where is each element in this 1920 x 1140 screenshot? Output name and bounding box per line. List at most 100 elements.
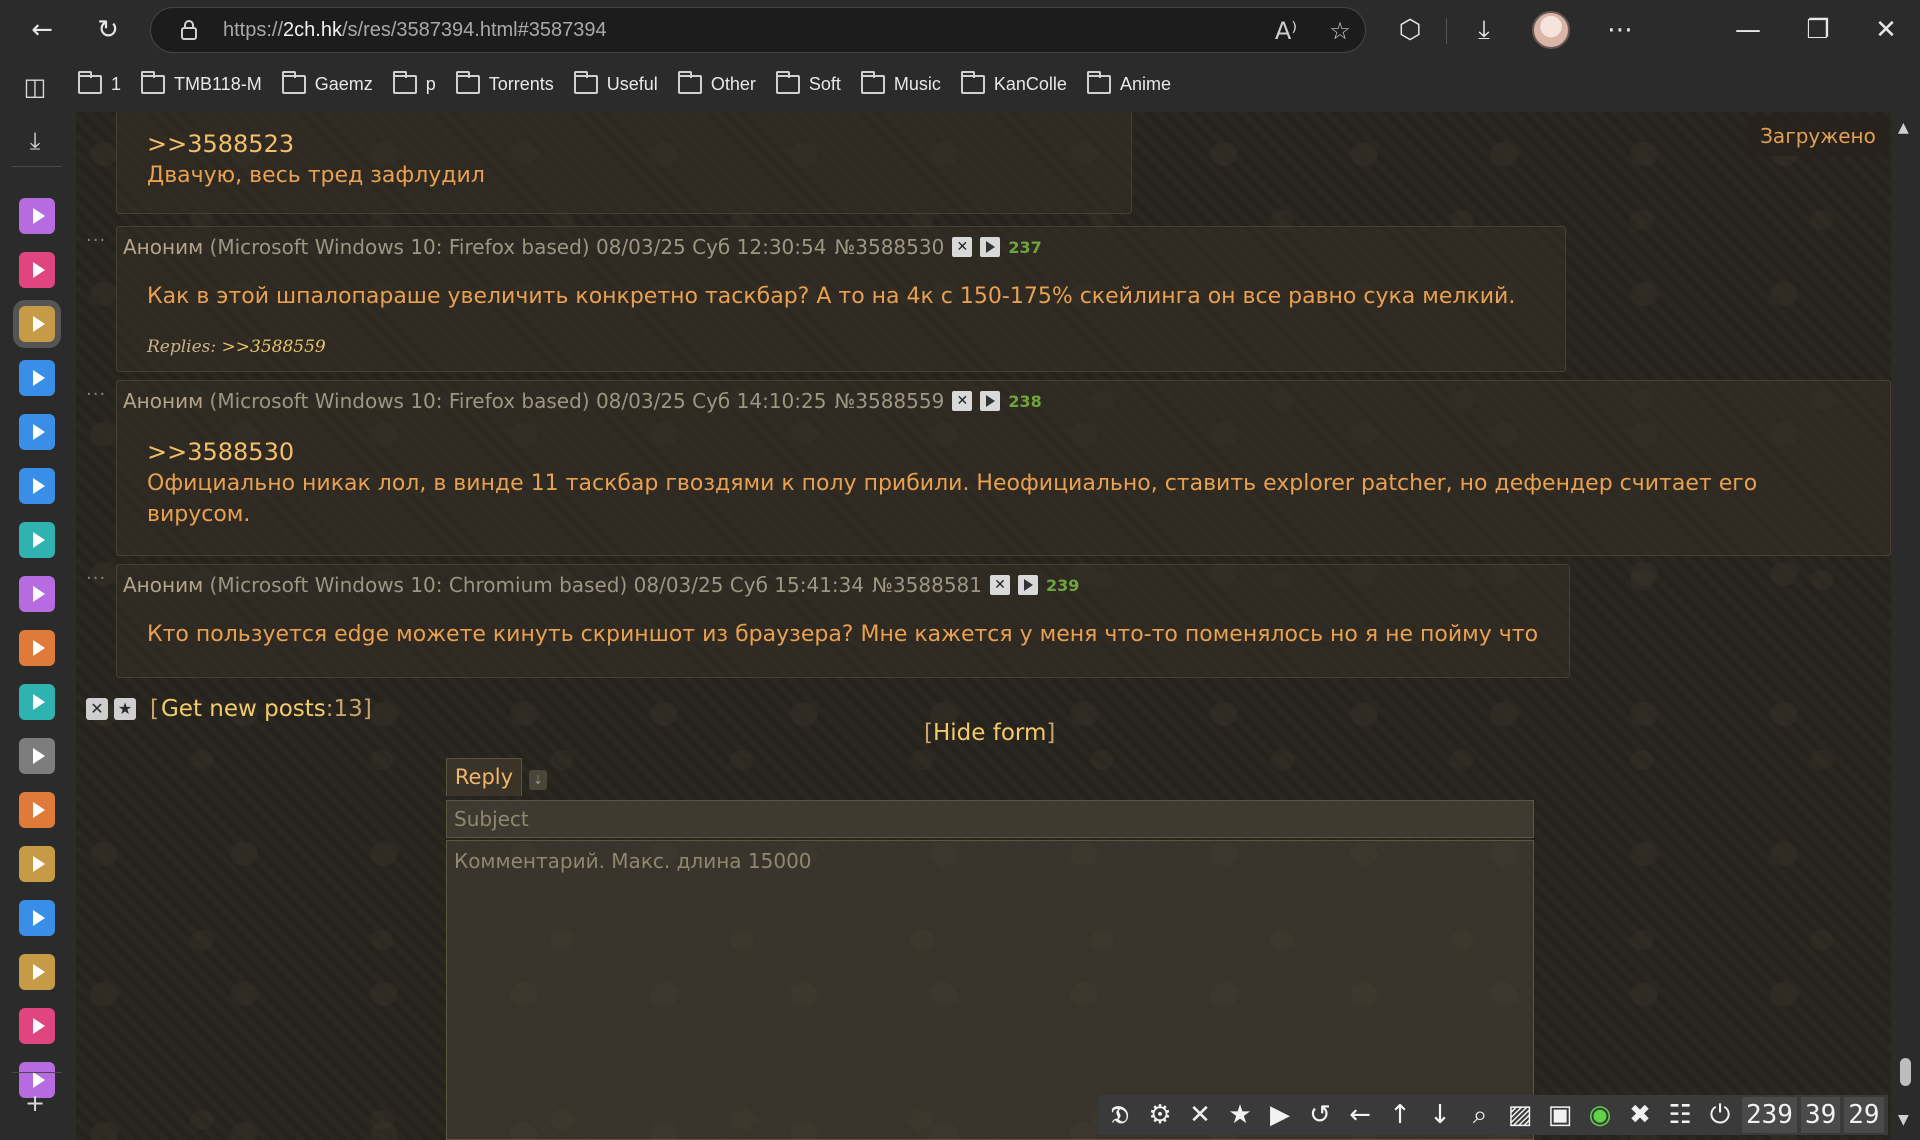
post-number[interactable]: №3588559 (834, 389, 944, 413)
read-aloud-icon[interactable]: A⁾ (1271, 16, 1301, 46)
close-thread-icon[interactable]: ✕ (86, 698, 108, 720)
refresh-icon[interactable]: ↺ (1300, 1095, 1340, 1135)
scroll-thumb[interactable] (1900, 1058, 1911, 1086)
subject-input[interactable] (446, 800, 1534, 838)
bookmark-item[interactable]: Useful (573, 70, 658, 95)
bookmark-item[interactable]: Anime (1086, 70, 1171, 95)
hatch-icon[interactable]: ▨ (1500, 1095, 1540, 1135)
close-icon[interactable]: ✕ (1180, 1095, 1220, 1135)
sidebar-download-icon[interactable]: ⤓ (20, 126, 50, 156)
sidebar-tab-item[interactable] (19, 1008, 55, 1044)
reload-icon[interactable]: ↻ (86, 8, 130, 52)
favorite-thread-icon[interactable]: ★ (114, 698, 136, 720)
post-menu-dots[interactable]: ··· (86, 230, 106, 251)
star-icon[interactable]: ★ (1220, 1095, 1260, 1135)
profile-avatar[interactable] (1532, 11, 1570, 49)
bookmark-item[interactable]: Music (860, 70, 941, 95)
arrow-left-icon[interactable]: ← (1340, 1095, 1380, 1135)
thread-page: >>3588523 Двачую, весь тред зафлудил Заг… (76, 112, 1891, 1140)
sidebar-tab-item[interactable] (19, 900, 55, 936)
post: Аноним (Microsoft Windows 10: Firefox ba… (116, 380, 1891, 556)
tab-actions-icon[interactable]: ◫ (20, 72, 50, 102)
bookmark-item[interactable]: TMB118-M (141, 70, 262, 95)
reply-tab[interactable]: Reply (446, 758, 522, 796)
bookmark-label: p (425, 73, 436, 94)
settings-icon[interactable]: ⚙ (1140, 1095, 1180, 1135)
sidebar-tab-item[interactable] (19, 198, 55, 234)
post-date: 08/03/25 Суб 14:10:25 (595, 389, 827, 413)
back-icon[interactable]: ← (20, 8, 64, 52)
restore-icon[interactable]: ❐ (1796, 8, 1840, 52)
sidebar-tab-item[interactable] (19, 684, 55, 720)
bookmark-item[interactable]: Gaemz (281, 70, 373, 95)
sidebar-tab-item[interactable] (19, 954, 55, 990)
more-menu-icon[interactable]: ⋯ (1598, 8, 1642, 52)
post-text: Официально никак лол, в винде 11 таскбар… (147, 471, 1758, 496)
bookmark-item[interactable]: 1 (78, 70, 121, 95)
dollchan-logo-icon[interactable]: 𝔇 (1100, 1095, 1140, 1135)
sidebar-tab-item[interactable] (13, 300, 61, 348)
arrow-up-icon[interactable]: ↑ (1380, 1095, 1420, 1135)
hide-post-icon[interactable]: ✕ (952, 237, 973, 257)
zoom-icon[interactable]: ⌕ (1460, 1095, 1500, 1135)
eye-icon[interactable]: ◉ (1580, 1095, 1620, 1135)
new-tab-plus-icon[interactable]: + (20, 1088, 50, 1118)
reply-link[interactable]: >>3588523 (147, 129, 485, 160)
play-icon (32, 316, 45, 332)
hide-post-icon[interactable]: ✕ (990, 575, 1010, 595)
post-number[interactable]: №3588581 (872, 573, 982, 597)
replies-link[interactable]: >>3588559 (222, 337, 326, 357)
play-icon[interactable]: ▶ (1260, 1095, 1300, 1135)
extensions-icon[interactable]: ⬡ (1388, 8, 1432, 52)
sidebar-tab-item[interactable] (19, 630, 55, 666)
post-menu-dots[interactable]: ··· (86, 568, 106, 589)
sidebar-tab-item[interactable] (19, 522, 55, 558)
favorite-star-icon[interactable]: ☆ (1325, 16, 1355, 46)
bookmark-item[interactable]: p (392, 70, 436, 95)
arrow-down-icon[interactable]: ↓ (1420, 1095, 1460, 1135)
bookmark-item[interactable]: Other (677, 70, 756, 95)
save-icon[interactable]: ▣ (1540, 1095, 1580, 1135)
address-bar[interactable]: https://2ch.hk/s/res/3587394.html#358739… (150, 7, 1366, 53)
post-menu-dots[interactable]: ··· (86, 384, 106, 405)
sidebar: ◫ ⤓ + (0, 60, 76, 1140)
power-icon[interactable]: ⏻ (1700, 1095, 1740, 1135)
mute-icon[interactable]: ✖ (1620, 1095, 1660, 1135)
minimize-icon[interactable]: — (1726, 8, 1770, 52)
expand-post-icon[interactable] (980, 391, 1001, 411)
post-number[interactable]: №3588530 (834, 235, 944, 259)
sidebar-tab-item[interactable] (19, 792, 55, 828)
bookmark-item[interactable]: KanColle (960, 70, 1067, 95)
hide-form-link[interactable]: Hide form (933, 720, 1046, 746)
sidebar-tab-item[interactable] (19, 360, 55, 396)
sidebar-tab-item[interactable] (19, 468, 55, 504)
poster-platform: (Microsoft Windows 10: Chromium based) (209, 573, 628, 597)
scroll-down-icon[interactable]: ▼ (1898, 1112, 1909, 1128)
sidebar-tab-item[interactable] (19, 414, 55, 450)
bookmarks-bar: 1 TMB118-M Gaemz p Torrents Useful Other Soft Mu… (78, 62, 1191, 106)
bookmark-item[interactable]: Soft (775, 70, 841, 95)
expand-post-icon[interactable] (980, 237, 1001, 257)
downloads-icon[interactable]: ⤓ (1462, 8, 1506, 52)
post: Аноним (Microsoft Windows 10: Chromium b… (116, 564, 1570, 678)
sidebar-tab-item[interactable] (19, 846, 55, 882)
expand-post-icon[interactable] (1018, 575, 1038, 595)
page-scrollbar[interactable]: ▲ ▼ (1891, 112, 1920, 1140)
bracket-open: [ (924, 720, 933, 746)
post-text: Кто пользуется edge можете кинуть скринш… (147, 622, 1539, 647)
url-text[interactable]: https://2ch.hk/s/res/3587394.html#358739… (223, 8, 607, 52)
bookmark-item[interactable]: Torrents (455, 70, 554, 95)
sidebar-tab-item[interactable] (19, 576, 55, 612)
grid-icon[interactable]: ☷ (1660, 1095, 1700, 1135)
post-text: Как в этой шпалопараше увеличить конкрет… (147, 284, 1516, 309)
sidebar-tab-item[interactable] (19, 738, 55, 774)
bookmark-label: Soft (808, 73, 841, 94)
sidebar-tab-item[interactable] (19, 252, 55, 288)
close-window-icon[interactable]: ✕ (1864, 8, 1908, 52)
scroll-up-icon[interactable]: ▲ (1898, 120, 1909, 136)
reply-link[interactable]: >>3588530 (147, 437, 1757, 468)
lock-icon[interactable] (177, 18, 201, 42)
get-new-posts-link[interactable]: Get new posts (161, 696, 326, 722)
form-move-icon[interactable]: ⇣ (529, 770, 547, 790)
hide-post-icon[interactable]: ✕ (952, 391, 973, 411)
